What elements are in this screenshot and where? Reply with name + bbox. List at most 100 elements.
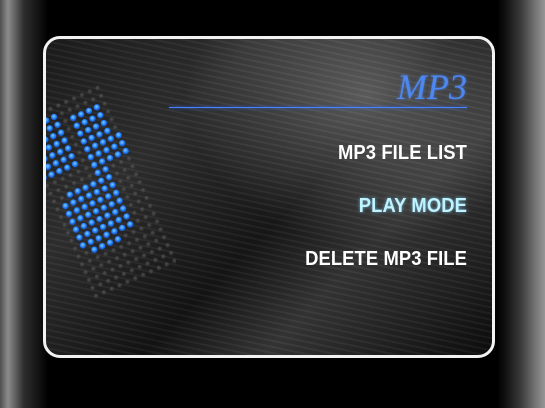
led-unlit-dot bbox=[125, 194, 130, 200]
led-unlit-dot bbox=[142, 234, 148, 240]
led-unlit-dot bbox=[48, 191, 54, 197]
led-lit-dot bbox=[61, 137, 68, 144]
led-unlit-dot bbox=[137, 264, 143, 270]
led-unlit-dot bbox=[134, 237, 140, 243]
led-unlit-dot bbox=[114, 255, 120, 261]
led-lit-dot bbox=[103, 146, 110, 154]
led-lit-dot bbox=[111, 228, 118, 235]
led-lit-dot bbox=[98, 158, 106, 165]
page-title: MP3 bbox=[397, 67, 467, 107]
led-lit-dot bbox=[80, 138, 88, 145]
led-lit-dot bbox=[70, 199, 77, 206]
led-unlit-dot bbox=[118, 263, 123, 269]
led-unlit-dot bbox=[62, 118, 68, 124]
led-lit-dot bbox=[77, 195, 85, 203]
led-unlit-dot bbox=[125, 279, 130, 285]
led-unlit-dot bbox=[153, 257, 158, 263]
led-lit-dot bbox=[49, 152, 56, 159]
led-unlit-dot bbox=[65, 230, 71, 236]
led-unlit-dot bbox=[136, 199, 142, 205]
led-unlit-dot bbox=[139, 226, 144, 232]
led-unlit-dot bbox=[90, 285, 96, 291]
led-lit-dot bbox=[68, 153, 75, 160]
menu-panel: MP3 MP3 FILE LIST PLAY MODE DELETE MP3 F… bbox=[43, 36, 495, 358]
led-unlit-dot bbox=[122, 252, 128, 258]
led-unlit-dot bbox=[149, 249, 155, 255]
led-lit-dot bbox=[46, 155, 48, 163]
led-lit-dot bbox=[62, 202, 69, 210]
led-unlit-dot bbox=[139, 207, 145, 212]
led-lit-dot bbox=[87, 238, 95, 246]
led-unlit-dot bbox=[83, 269, 89, 275]
led-lit-dot bbox=[84, 146, 91, 153]
led-lit-dot bbox=[72, 226, 80, 233]
led-unlit-dot bbox=[156, 265, 162, 271]
led-unlit-dot bbox=[67, 107, 73, 113]
led-unlit-dot bbox=[143, 214, 149, 220]
led-unlit-dot bbox=[48, 106, 54, 112]
led-unlit-dot bbox=[55, 103, 61, 109]
led-unlit-dot bbox=[105, 278, 111, 284]
led-unlit-dot bbox=[125, 175, 131, 181]
led-unlit-dot bbox=[121, 271, 127, 277]
led-lit-dot bbox=[98, 242, 106, 250]
led-unlit-dot bbox=[63, 184, 69, 190]
mp3-menu: MP3 FILE LIST PLAY MODE DELETE MP3 FILE bbox=[187, 142, 467, 301]
led-lit-dot bbox=[46, 174, 47, 182]
led-unlit-dot bbox=[144, 195, 150, 201]
led-lit-dot bbox=[93, 188, 101, 196]
led-unlit-dot bbox=[109, 117, 115, 123]
led-lit-dot bbox=[95, 235, 102, 242]
led-unlit-dot bbox=[132, 276, 138, 281]
led-unlit-dot bbox=[133, 172, 139, 178]
led-unlit-dot bbox=[79, 177, 85, 183]
led-unlit-dot bbox=[83, 166, 89, 171]
led-unlit-dot bbox=[98, 282, 103, 288]
menu-item-play-mode[interactable]: PLAY MODE bbox=[209, 195, 467, 248]
led-unlit-dot bbox=[135, 218, 141, 224]
led-lit-dot bbox=[114, 235, 122, 243]
led-lit-dot bbox=[119, 224, 126, 232]
led-lit-dot bbox=[105, 193, 112, 200]
led-unlit-dot bbox=[103, 251, 109, 257]
led-lit-dot bbox=[98, 177, 105, 184]
led-lit-dot bbox=[99, 139, 107, 146]
led-unlit-dot bbox=[76, 150, 82, 156]
led-lit-dot bbox=[48, 171, 55, 178]
led-lit-dot bbox=[84, 230, 91, 238]
led-lit-dot bbox=[49, 132, 57, 140]
led-unlit-dot bbox=[72, 246, 78, 252]
led-lit-dot bbox=[64, 145, 72, 152]
led-unlit-dot bbox=[118, 244, 124, 250]
led-unlit-dot bbox=[73, 142, 79, 148]
led-lit-dot bbox=[97, 111, 104, 119]
led-lit-dot bbox=[104, 212, 111, 219]
led-unlit-dot bbox=[110, 267, 116, 273]
led-unlit-dot bbox=[56, 187, 61, 193]
led-unlit-dot bbox=[138, 245, 144, 251]
led-lit-dot bbox=[102, 166, 109, 173]
led-unlit-dot bbox=[71, 180, 77, 186]
led-unlit-dot bbox=[66, 126, 72, 132]
led-unlit-dot bbox=[111, 163, 116, 169]
led-lit-dot bbox=[77, 130, 84, 137]
led-unlit-dot bbox=[146, 222, 152, 228]
led-unlit-dot bbox=[160, 254, 166, 260]
led-unlit-dot bbox=[87, 89, 93, 95]
led-unlit-dot bbox=[117, 283, 123, 288]
led-lit-dot bbox=[73, 207, 81, 214]
led-unlit-dot bbox=[51, 199, 57, 205]
led-unlit-dot bbox=[98, 93, 104, 99]
led-unlit-dot bbox=[131, 229, 137, 235]
led-lit-dot bbox=[57, 129, 65, 136]
led-lit-dot bbox=[116, 197, 123, 205]
menu-item-mp3-file-list[interactable]: MP3 FILE LIST bbox=[209, 142, 467, 195]
led-unlit-dot bbox=[147, 203, 153, 209]
led-lit-dot bbox=[93, 104, 101, 111]
led-lit-dot bbox=[99, 223, 107, 231]
led-lit-dot bbox=[126, 221, 134, 228]
led-unlit-dot bbox=[148, 269, 154, 274]
led-unlit-dot bbox=[137, 179, 143, 185]
led-unlit-dot bbox=[98, 262, 104, 268]
menu-item-delete-mp3-file[interactable]: DELETE MP3 FILE bbox=[209, 248, 467, 301]
